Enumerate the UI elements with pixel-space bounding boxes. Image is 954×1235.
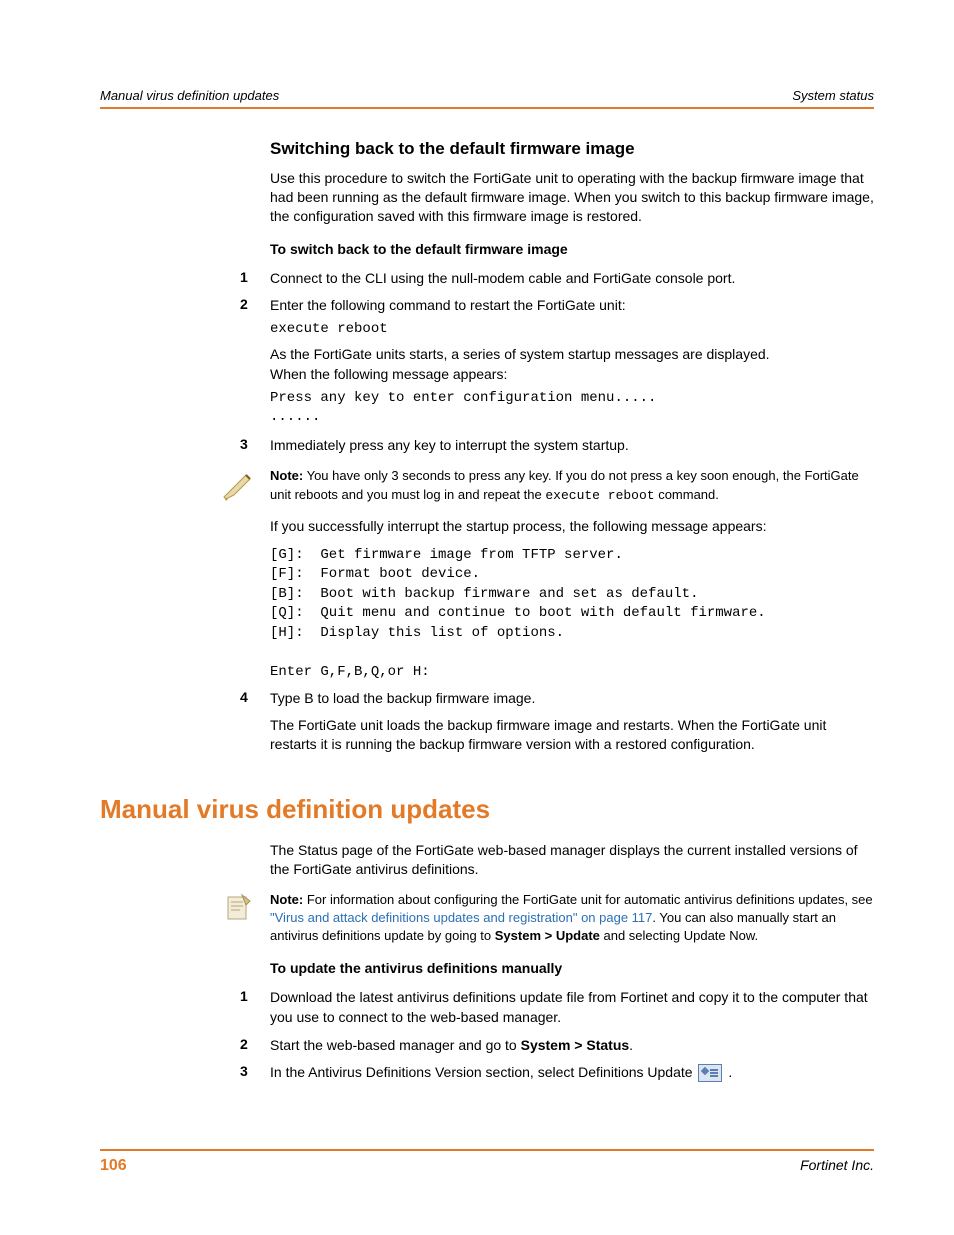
note-label: Note: (270, 892, 303, 907)
proc2-title: To update the antivirus definitions manu… (270, 959, 874, 978)
note-label: Note: (270, 468, 303, 483)
section1-heading: Switching back to the default firmware i… (270, 139, 874, 159)
header-left: Manual virus definition updates (100, 88, 279, 103)
note-c: and selecting Update Now. (600, 928, 758, 943)
step-text: Type B to load the backup firmware image… (270, 689, 874, 709)
step-number: 4 (240, 689, 248, 705)
note-a: For information about configuring the Fo… (303, 892, 872, 907)
step-text: In the Antivirus Definitions Version sec… (270, 1063, 874, 1083)
step-a: Start the web-based manager and go to (270, 1037, 521, 1053)
step-number: 3 (240, 1063, 248, 1079)
step-number: 2 (240, 296, 248, 312)
note-part-b: command. (655, 487, 719, 502)
note-text: Note: You have only 3 seconds to press a… (270, 467, 874, 504)
note-pencil-icon (220, 467, 256, 503)
step-2: 2 Enter the following command to restart… (270, 296, 874, 428)
step2-3: 3 In the Antivirus Definitions Version s… (270, 1063, 874, 1083)
step-b: . (724, 1064, 732, 1080)
code-block: Press any key to enter configuration men… (270, 389, 874, 428)
page-header: Manual virus definition updates System s… (100, 88, 874, 109)
step-number: 3 (240, 436, 248, 452)
content: Switching back to the default firmware i… (270, 139, 874, 754)
step-text: Download the latest antivirus definition… (270, 988, 874, 1027)
step-text: Connect to the CLI using the null-modem … (270, 269, 874, 289)
section2-heading: Manual virus definition updates (100, 794, 874, 825)
step-text: Start the web-based manager and go to Sy… (270, 1036, 874, 1056)
note-block: Note: You have only 3 seconds to press a… (270, 467, 874, 504)
after-note-text: If you successfully interrupt the startu… (270, 517, 874, 536)
note-text: Note: For information about configuring … (270, 891, 874, 946)
step2-2: 2 Start the web-based manager and go to … (270, 1036, 874, 1056)
page-footer: 106 Fortinet Inc. (100, 1149, 874, 1175)
note-bold: System > Update (495, 928, 600, 943)
step-followup: As the FortiGate units starts, a series … (270, 345, 874, 365)
page-number: 106 (100, 1157, 127, 1175)
note-link[interactable]: "Virus and attack definitions updates an… (270, 910, 652, 925)
step-1: 1 Connect to the CLI using the null-mode… (270, 269, 874, 289)
step-followup: When the following message appears: (270, 365, 874, 385)
step-number: 1 (240, 988, 248, 1004)
step-b: . (629, 1037, 633, 1053)
section2-intro: The Status page of the FortiGate web-bas… (270, 841, 874, 879)
note-code: execute reboot (545, 488, 654, 503)
step-text: Immediately press any key to interrupt t… (270, 436, 874, 456)
code-block: execute reboot (270, 320, 874, 340)
step-number: 2 (240, 1036, 248, 1052)
step-4: 4 Type B to load the backup firmware ima… (270, 689, 874, 754)
step-text: Enter the following command to restart t… (270, 296, 874, 316)
step-bold: System > Status (521, 1037, 630, 1053)
definitions-update-icon[interactable] (698, 1064, 722, 1082)
step-number: 1 (240, 269, 248, 285)
header-right: System status (792, 88, 874, 103)
section1-intro: Use this procedure to switch the FortiGa… (270, 169, 874, 226)
note-block: Note: For information about configuring … (270, 891, 874, 946)
content2: The Status page of the FortiGate web-bas… (270, 841, 874, 1083)
step-followup: The FortiGate unit loads the backup firm… (270, 716, 874, 754)
company-name: Fortinet Inc. (800, 1157, 874, 1175)
proc1-title: To switch back to the default firmware i… (270, 240, 874, 259)
step-a: In the Antivirus Definitions Version sec… (270, 1064, 696, 1080)
step2-1: 1 Download the latest antivirus definiti… (270, 988, 874, 1027)
note-paper-icon (220, 891, 256, 927)
code-block: [G]: Get firmware image from TFTP server… (270, 546, 874, 683)
step-3: 3 Immediately press any key to interrupt… (270, 436, 874, 456)
